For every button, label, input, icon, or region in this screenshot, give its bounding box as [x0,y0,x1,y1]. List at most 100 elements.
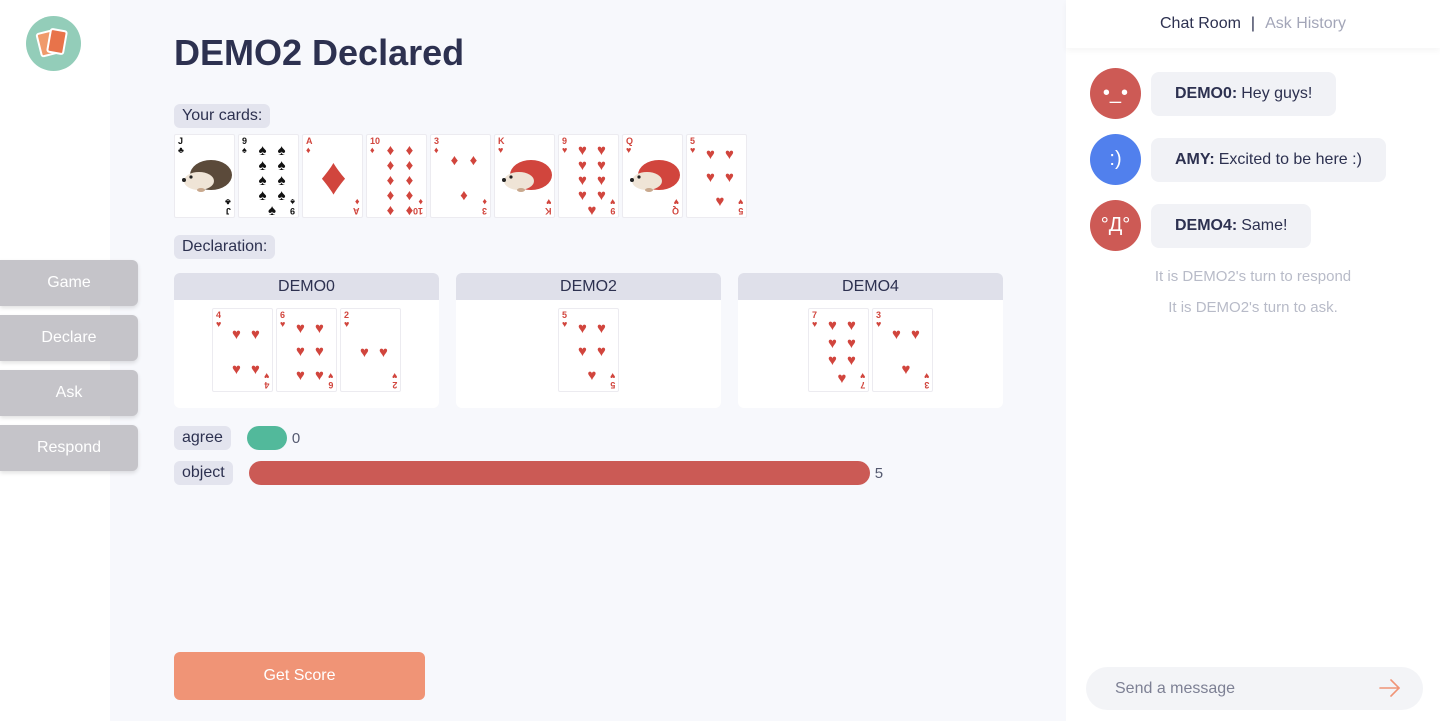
pip-icon: ♥ [828,334,837,352]
pip-icon: ♠ [277,187,286,204]
chat-panel: Chat Room | Ask History •_• DEMO0: Hey g… [1066,0,1440,721]
hand-cards: J ♣ J ♣ 9 ♠ 9 ♠ ♠ ♠ ♠ ♠ ♠ ♠ ♠ ♠ ♠ A ♦ A ♦ ♦ 10 ♦ 10 ♦ ♦ ♦ ♦ ♦ ♦ ♦ ♦ ♦ ♦ ♦ 3 ♦… [174,134,747,218]
nav-respond-button[interactable]: Respond [0,425,138,471]
message-sender: AMY: [1175,150,1215,168]
pip-icon: ♥ [296,320,305,338]
declaration-player-name: DEMO2 [456,273,721,300]
card-rank: 3 ♦ [434,136,440,155]
object-count: 5 [874,464,884,482]
card-rank: 9 ♥ [562,136,568,155]
playing-card[interactable]: Q ♥ Q ♥ [622,134,683,218]
playing-card[interactable]: 10 ♦ 10 ♦ ♦ ♦ ♦ ♦ ♦ ♦ ♦ ♦ ♦ ♦ [366,134,427,218]
message-sender: DEMO4: [1175,216,1238,234]
playing-card[interactable]: A ♦ A ♦ ♦ [302,134,363,218]
card-rank-bottom: J ♣ [225,197,231,216]
object-bar [248,461,870,485]
pip-icon: ♥ [847,334,856,352]
pip-icon: ♥ [296,366,305,384]
card-rank: 2 ♥ [344,310,350,329]
card-rank: 9 ♠ [242,136,248,155]
playing-card[interactable]: 3 ♥ 3 ♥ ♥ ♥ ♥ [872,308,933,392]
declaration-cards: 4 ♥ 4 ♥ ♥ ♥ ♥ ♥ 6 ♥ 6 ♥ ♥ ♥ ♥ ♥ ♥ ♥ 2 ♥ 2 ♥ ♥ ♥ [174,300,439,392]
hedgehog-icon [630,160,680,192]
tab-chat-room[interactable]: Chat Room [1160,15,1241,33]
pip-icon: ♥ [578,187,587,204]
card-pips: ♥ ♥ ♥ ♥ ♥ ♥ [291,317,329,387]
playing-card[interactable]: 9 ♥ 9 ♥ ♥ ♥ ♥ ♥ ♥ ♥ ♥ ♥ ♥ [558,134,619,218]
message-input[interactable] [1115,679,1365,698]
pip-icon: ♦ [469,152,478,169]
pip-icon: ♥ [360,343,369,361]
pip-icon: ♥ [837,369,847,387]
playing-card[interactable]: 2 ♥ 2 ♥ ♥ ♥ [340,308,401,392]
playing-card[interactable]: K ♥ K ♥ [494,134,555,218]
pip-icon: ♠ [277,142,286,159]
card-rank: 4 ♥ [216,310,222,329]
playing-card[interactable]: 3 ♦ 3 ♦ ♦ ♦ ♦ [430,134,491,218]
pip-icon: ♥ [587,366,597,384]
card-pips: ♥ ♥ ♥ ♥ ♥ ♥ ♥ [823,317,861,387]
pip-icon: ♦ [405,157,414,174]
pip-icon: ♥ [597,187,606,204]
pip-icon: ♥ [725,146,734,164]
message-input-wrapper [1086,667,1423,710]
page-title: DEMO2 Declared [174,32,465,73]
send-arrow-icon[interactable] [1379,678,1401,698]
app-logo-icon[interactable] [26,16,81,71]
playing-card[interactable]: 5 ♥ 5 ♥ ♥ ♥ ♥ ♥ ♥ [686,134,747,218]
playing-card[interactable]: 4 ♥ 4 ♥ ♥ ♥ ♥ ♥ [212,308,273,392]
pip-icon: ♥ [828,352,837,370]
pip-icon: ♥ [715,192,725,210]
pip-icon: ♦ [405,202,414,218]
card-rank: J ♣ [178,136,184,155]
card-rank: 7 ♥ [812,310,818,329]
pip-icon: ♦ [386,172,395,189]
agree-bar [246,426,287,450]
pip-icon: ♥ [379,343,388,361]
nav-ask-button[interactable]: Ask [0,370,138,416]
pip-icon: ♥ [315,343,324,361]
avatar: :) [1090,134,1141,185]
pip-icon: ♦ [405,172,414,189]
pip-icon: ♥ [597,142,606,159]
card-pips: ♦ ♦ ♦ [445,143,483,213]
playing-card[interactable]: 9 ♠ 9 ♠ ♠ ♠ ♠ ♠ ♠ ♠ ♠ ♠ ♠ [238,134,299,218]
tab-ask-history[interactable]: Ask History [1265,15,1346,33]
card-pips: ♥ ♥ ♥ ♥ [227,317,265,387]
pip-icon: ♥ [232,326,241,343]
pip-icon: ♥ [251,326,260,343]
pip-icon: ♥ [847,352,856,370]
side-nav: Game Declare Ask Respond [0,260,138,480]
declaration-panel: DEMO2 5 ♥ 5 ♥ ♥ ♥ ♥ ♥ ♥ [456,273,721,408]
message-bubble: DEMO4: Same! [1151,203,1312,248]
object-row: object 5 [174,461,883,485]
hedgehog-icon [182,160,232,192]
get-score-button[interactable]: Get Score [174,652,425,700]
main-panel: DEMO2 Declared Your cards: J ♣ J ♣ 9 ♠ 9 ♠ ♠ ♠ ♠ ♠ ♠… [110,0,1066,721]
pip-icon: ♠ [258,187,267,204]
pip-icon: ♥ [828,317,837,335]
message-text: Hey guys! [1241,84,1313,102]
pip-icon: ♠ [258,172,267,189]
playing-card[interactable]: 6 ♥ 6 ♥ ♥ ♥ ♥ ♥ ♥ ♥ [276,308,337,392]
pip-icon: ♥ [578,157,587,174]
playing-card[interactable]: J ♣ J ♣ [174,134,235,218]
chat-message: :) AMY: Excited to be here :) [1090,134,1386,185]
pip-icon: ♥ [597,343,606,361]
nav-declare-button[interactable]: Declare [0,315,138,361]
card-pips: ♥ ♥ ♥ ♥ ♥ [573,317,611,387]
chat-tabs: Chat Room | Ask History [1066,0,1440,48]
message-bubble: DEMO0: Hey guys! [1151,71,1337,116]
playing-card[interactable]: 7 ♥ 7 ♥ ♥ ♥ ♥ ♥ ♥ ♥ ♥ [808,308,869,392]
your-cards-label: Your cards: [174,104,271,128]
pip-icon: ♥ [706,169,715,187]
tab-separator: | [1250,15,1256,32]
pip-icon: ♠ [268,202,276,218]
nav-game-button[interactable]: Game [0,260,138,306]
avatar: •_• [1090,68,1141,119]
chat-message: °Д° DEMO4: Same! [1090,200,1312,251]
pip-icon: ♥ [597,157,606,174]
playing-card[interactable]: 5 ♥ 5 ♥ ♥ ♥ ♥ ♥ ♥ [558,308,619,392]
pip-icon: ♥ [315,320,324,338]
pip-icon: ♥ [892,326,901,343]
